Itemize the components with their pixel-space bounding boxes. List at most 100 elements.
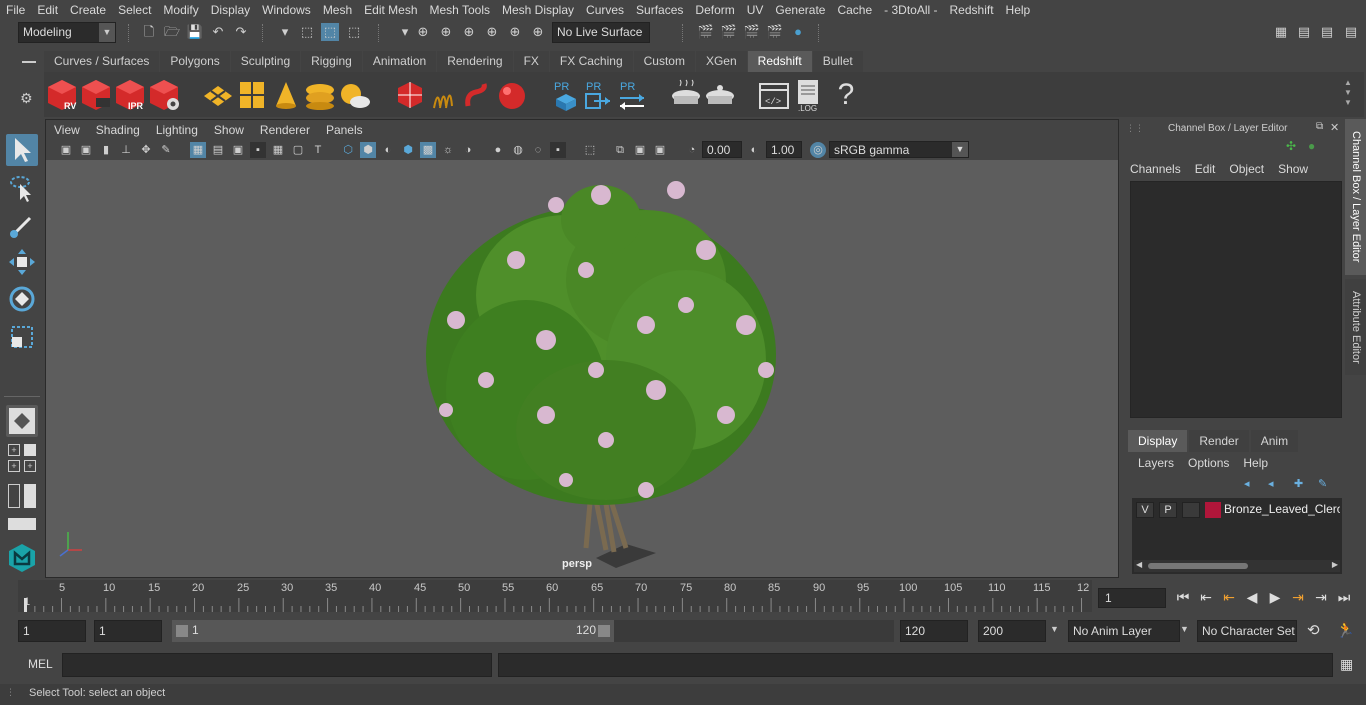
tab-display[interactable]: Display — [1128, 430, 1188, 452]
go-to-end-icon[interactable]: ⏭ — [1335, 586, 1353, 608]
viewport-menu-show[interactable]: Show — [206, 120, 252, 140]
snap-together-icon[interactable]: ⊕ — [529, 23, 547, 41]
menu-3dtoall[interactable]: - 3DtoAll - — [878, 0, 943, 20]
menu-mesh-display[interactable]: Mesh Display — [496, 0, 580, 20]
menu-edit[interactable]: Edit — [1195, 162, 1216, 176]
viewport-menu-view[interactable]: View — [46, 120, 88, 140]
pr-swap-icon[interactable]: PR — [616, 78, 648, 112]
gate-mask-icon[interactable]: ▪ — [250, 142, 266, 158]
snap-view-plane-icon[interactable]: ⊕ — [483, 23, 501, 41]
isolate-select-icon[interactable]: ⬚ — [582, 142, 598, 158]
layer-type-toggle[interactable] — [1182, 502, 1200, 518]
playback-end-field[interactable]: 120 — [900, 620, 968, 642]
menu-deform[interactable]: Deform — [689, 0, 740, 20]
camera-select-icon[interactable]: ▣ — [58, 142, 74, 158]
menu-cache[interactable]: Cache — [831, 0, 878, 20]
workspace-icon[interactable]: ▦ — [1272, 23, 1290, 41]
play-forwards-icon[interactable]: ▶ — [1266, 586, 1284, 608]
menu-create[interactable]: Create — [64, 0, 112, 20]
view-transform-icon[interactable]: ◎ — [810, 142, 826, 158]
mode-selector[interactable]: Modeling ▼ — [18, 22, 116, 43]
menu-display[interactable]: Display — [205, 0, 256, 20]
selection-mode-icon[interactable]: ▾ — [276, 23, 294, 41]
redshift-volume-icon[interactable] — [394, 78, 426, 112]
step-back-frame-icon[interactable]: ⇤ — [1197, 586, 1215, 608]
image-plane-icon[interactable]: ⊥ — [118, 142, 134, 158]
new-layer-selected-icon[interactable]: ✎ — [1318, 477, 1332, 490]
menu-show[interactable]: Show — [1278, 162, 1308, 176]
menu-surfaces[interactable]: Surfaces — [630, 0, 689, 20]
xray-icon[interactable]: ⧉ — [612, 142, 628, 158]
four-view-layout-icon[interactable]: + — [8, 444, 20, 456]
new-layer-icon[interactable]: ✚ — [1294, 477, 1308, 490]
shelf-tab-rigging[interactable]: Rigging — [301, 51, 362, 72]
tab-attribute-editor[interactable]: Attribute Editor — [1345, 279, 1366, 375]
redshift-sun-sky-icon[interactable] — [338, 78, 370, 112]
menu-mesh[interactable]: Mesh — [317, 0, 358, 20]
move-layer-up-icon[interactable]: ◂ — [1244, 477, 1258, 490]
range-start-handle[interactable] — [176, 625, 188, 637]
outliner-layout-icon[interactable] — [8, 484, 20, 508]
pr-cube-icon[interactable]: PR — [550, 78, 582, 112]
hypershade-icon[interactable]: ● — [789, 23, 807, 41]
redshift-mesh-params-icon[interactable] — [236, 78, 268, 112]
motion-blur-icon[interactable]: ◍ — [510, 142, 526, 158]
shadows-icon[interactable]: ◑ — [460, 142, 476, 158]
select-by-component-icon[interactable]: ⬚ — [345, 23, 363, 41]
script-editor-icon[interactable]: </> — [758, 78, 790, 112]
redshift-proxy-icon[interactable] — [202, 78, 234, 112]
scroll-left-icon[interactable]: ◀ — [1136, 560, 1142, 569]
grease-pencil-icon[interactable]: ✎ — [158, 142, 174, 158]
colorspace-dropdown[interactable]: sRGB gamma ▼ — [829, 141, 969, 158]
snap-point-icon[interactable]: ⊕ — [460, 23, 478, 41]
play-backwards-icon[interactable]: ◀ — [1243, 586, 1261, 608]
panel-layout-icon-2[interactable]: ▤ — [1318, 23, 1336, 41]
step-forward-frame-icon[interactable]: ⇥ — [1312, 586, 1330, 608]
channel-box-area[interactable] — [1130, 181, 1342, 418]
character-set-dropdown[interactable]: No Character Set — [1197, 620, 1297, 642]
float-panel-icon[interactable]: ⧉ — [1316, 121, 1328, 133]
time-slider[interactable] — [18, 580, 1092, 612]
tree-model[interactable] — [46, 160, 1118, 577]
panel-layout-icon[interactable]: ▤ — [1295, 23, 1313, 41]
redshift-render-sequence-icon[interactable] — [80, 78, 112, 112]
bookmark-icon[interactable]: ▮ — [98, 142, 114, 158]
shelf-tab-fx[interactable]: FX — [513, 51, 549, 72]
scroll-thumb[interactable] — [1148, 563, 1248, 569]
range-slider-bar[interactable] — [172, 620, 614, 642]
shelf-tab-polygons[interactable]: Polygons — [160, 51, 230, 72]
safe-action-icon[interactable]: ▢ — [290, 142, 306, 158]
shelf-tab-xgen[interactable]: XGen — [695, 51, 747, 72]
redshift-render-view-icon[interactable]: RV — [46, 78, 78, 112]
lasso-tool-icon[interactable] — [6, 172, 38, 204]
menu-options[interactable]: Options — [1188, 456, 1229, 470]
lock-icon[interactable]: ▾ — [396, 23, 414, 41]
persp-outliner-layout-icon[interactable] — [24, 444, 36, 456]
menu-channels[interactable]: Channels — [1130, 162, 1181, 176]
menu-modify[interactable]: Modify — [157, 0, 204, 20]
film-gate-icon[interactable]: ▤ — [210, 142, 226, 158]
save-scene-icon[interactable]: 💾 — [186, 23, 204, 41]
multisample-aa-icon[interactable]: ◌ — [530, 142, 546, 158]
graph-layout-icon[interactable]: + — [24, 460, 36, 472]
go-to-start-icon[interactable]: ⏮ — [1174, 586, 1192, 608]
menu-select[interactable]: Select — [112, 0, 157, 20]
two-view-layout-icon[interactable]: + — [8, 460, 20, 472]
smooth-shade-icon[interactable]: ⬢ — [360, 142, 376, 158]
layer-playback-toggle[interactable]: P — [1159, 502, 1177, 518]
layer-color-swatch[interactable] — [1205, 502, 1221, 518]
exposure-icon[interactable]: ◔ — [684, 142, 700, 158]
use-default-material-icon[interactable]: ◐ — [380, 142, 396, 158]
tab-render[interactable]: Render — [1189, 430, 1249, 452]
layer-visibility-toggle[interactable]: V — [1136, 502, 1154, 518]
pr-export-icon[interactable]: PR — [582, 78, 614, 112]
xray-components-icon[interactable]: ▣ — [652, 142, 668, 158]
shelf-tab-redshift[interactable]: Redshift — [747, 51, 812, 72]
bake-icon[interactable] — [670, 78, 702, 112]
redo-icon[interactable]: ↷ — [232, 23, 250, 41]
command-input[interactable] — [62, 653, 492, 677]
scale-tool-icon[interactable] — [6, 321, 38, 353]
end-frame-field[interactable]: 200 — [978, 620, 1046, 642]
shelf-scroll-icon[interactable]: ▲ ▼ ▼ — [1344, 78, 1354, 110]
menu-help[interactable]: Help — [1243, 456, 1268, 470]
